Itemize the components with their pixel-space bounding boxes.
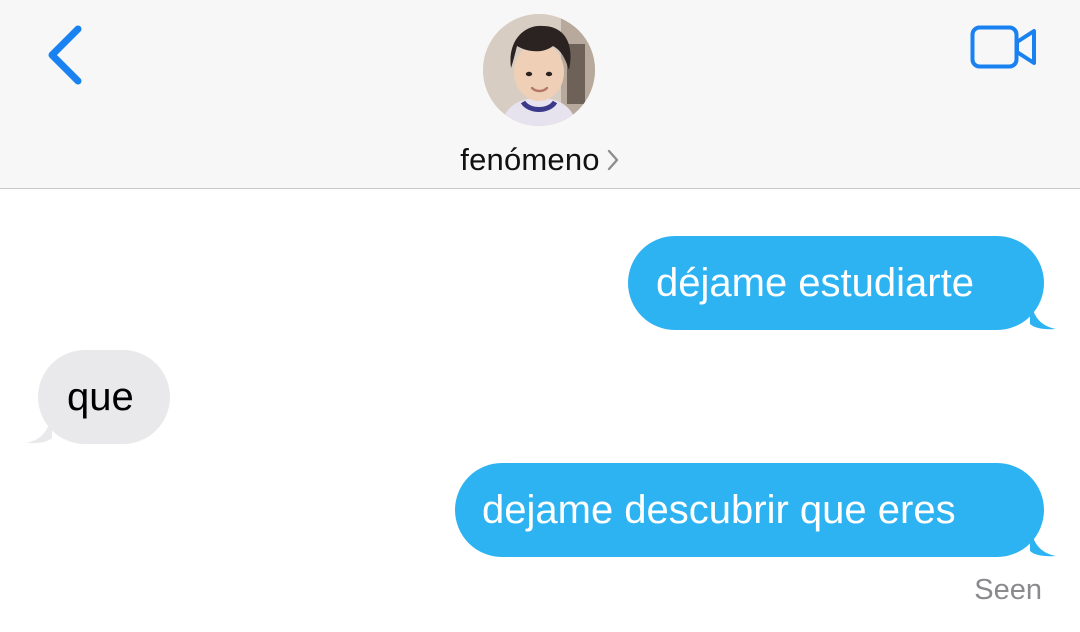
chevron-left-icon (48, 25, 82, 85)
chevron-right-icon (606, 148, 620, 172)
contact-name: fenómeno (460, 142, 600, 177)
conversation-header: fenómeno (0, 0, 1080, 189)
message-bubble-outgoing[interactable]: déjame estudiarte (628, 236, 1056, 330)
bubble-tail (1030, 523, 1056, 557)
video-call-button[interactable] (964, 20, 1044, 74)
message-text: que (67, 375, 134, 419)
message-bubble-incoming[interactable]: que (26, 350, 170, 444)
message-text: dejame descubrir que eres (482, 488, 956, 532)
avatar-photo (483, 14, 595, 126)
message-text: déjame estudiarte (656, 261, 974, 305)
video-camera-icon (970, 25, 1036, 69)
bubble-tail (1030, 296, 1056, 330)
read-receipt: Seen (974, 574, 1042, 606)
back-button[interactable] (34, 20, 94, 90)
bubble-tail (26, 410, 52, 444)
contact-name-button[interactable]: fenómeno (0, 140, 1080, 180)
message-bubble-outgoing[interactable]: dejame descubrir que eres (455, 463, 1056, 557)
contact-avatar[interactable] (483, 14, 595, 126)
